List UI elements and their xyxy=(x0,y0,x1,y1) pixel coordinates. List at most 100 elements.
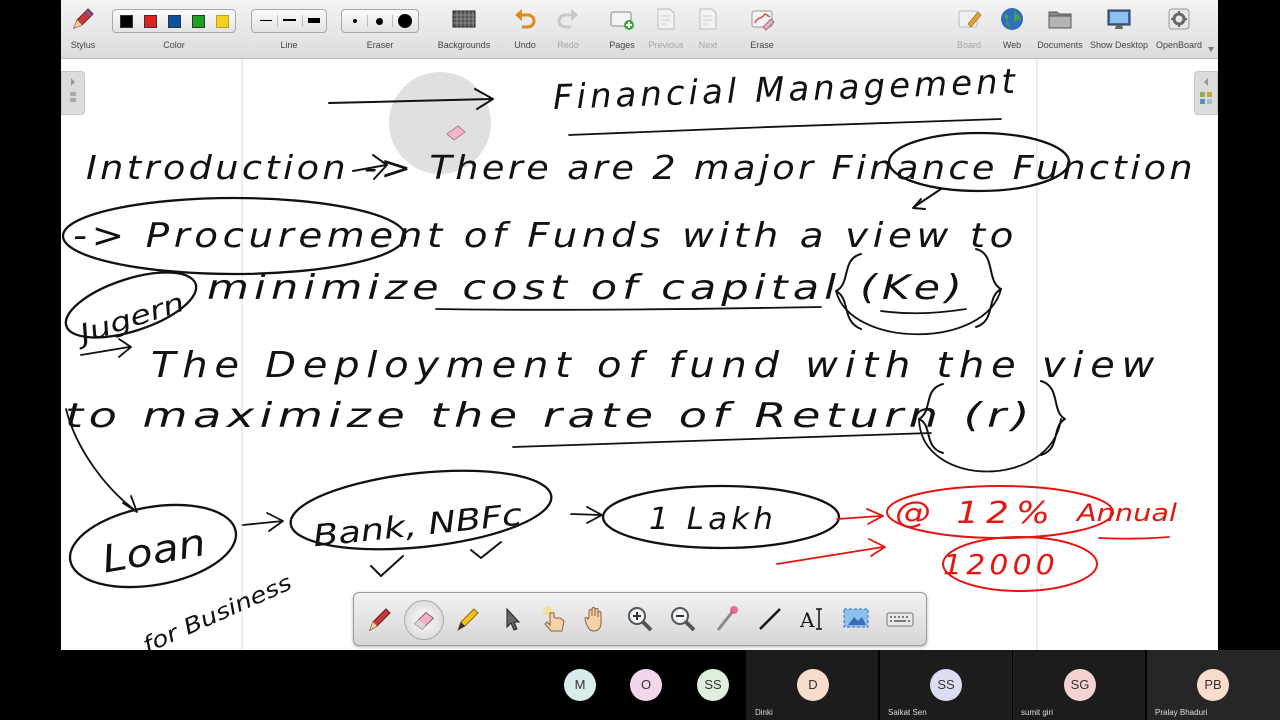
eraser-tool-active[interactable] xyxy=(404,600,444,640)
openboard-label: OpenBoard xyxy=(1155,40,1203,50)
participant-avatar[interactable]: SS xyxy=(930,669,962,701)
text-tool-icon[interactable]: A xyxy=(796,603,828,635)
right-brace xyxy=(1040,380,1066,456)
stylus-button[interactable]: Stylus xyxy=(63,0,103,58)
pages-label: Pages xyxy=(609,40,635,50)
participant-avatar[interactable]: M xyxy=(564,669,596,701)
title-text: Financial Management xyxy=(552,62,1019,118)
line2-text: -> Procurement of Funds with a view to xyxy=(73,216,1018,256)
eraser-large-option[interactable] xyxy=(398,14,412,28)
participant-name: sumit giri xyxy=(1021,708,1054,717)
pen-tool-icon[interactable] xyxy=(364,603,396,635)
eraser-tool-icon xyxy=(413,611,435,630)
annual-text: Annual xyxy=(1075,499,1178,527)
next-page-button[interactable]: Next xyxy=(690,0,726,58)
color-yellow-swatch[interactable] xyxy=(216,15,229,28)
backgrounds-button[interactable]: Backgrounds xyxy=(433,0,495,58)
participant-avatar[interactable]: SS xyxy=(697,669,729,701)
annual-underline xyxy=(1098,536,1170,540)
ke-underline xyxy=(880,308,967,315)
gear-icon xyxy=(1168,8,1190,30)
hand-pointer-tool-icon[interactable] xyxy=(538,603,570,635)
line-separator xyxy=(277,15,278,27)
color-black-swatch[interactable] xyxy=(120,15,133,28)
previous-page-icon xyxy=(657,8,675,30)
color-blue-swatch[interactable] xyxy=(168,15,181,28)
ink-arrow xyxy=(570,506,603,524)
eraser-size-picker xyxy=(341,9,419,33)
board-label: Board xyxy=(956,40,982,50)
zoom-out-tool-icon[interactable] xyxy=(667,603,699,635)
title-underline xyxy=(568,118,1002,136)
color-red-swatch[interactable] xyxy=(144,15,157,28)
ink-arrow xyxy=(242,512,284,532)
lakh-text: 1 Lakh xyxy=(649,502,777,537)
redo-label: Redo xyxy=(557,40,579,50)
highlighter-tool-icon[interactable] xyxy=(452,603,484,635)
line-width-picker xyxy=(251,9,327,33)
previous-page-button[interactable]: Previous xyxy=(644,0,688,58)
ink-arrow xyxy=(912,188,942,210)
for-business-text: for Business xyxy=(139,571,295,650)
line-thick-option[interactable] xyxy=(308,18,320,23)
red-arrow xyxy=(776,538,886,565)
rate-text: @ 12% xyxy=(895,496,1057,531)
dropdown-arrow-icon[interactable] xyxy=(1208,47,1214,52)
previous-label: Previous xyxy=(648,40,684,50)
openboard-window: Stylus Color Line Eraser Backgrounds Und… xyxy=(61,0,1218,650)
line-tool-icon[interactable] xyxy=(754,603,786,635)
eraser-separator xyxy=(367,15,368,27)
color-picker xyxy=(112,9,236,33)
board-button[interactable]: Board xyxy=(951,0,987,58)
line-thin-option[interactable] xyxy=(260,20,272,21)
tool-palette: A xyxy=(353,592,927,646)
undo-label: Undo xyxy=(514,40,536,50)
show-desktop-label: Show Desktop xyxy=(1089,40,1149,50)
documents-label: Documents xyxy=(1037,40,1083,50)
board-pen-icon xyxy=(958,10,982,28)
undo-button[interactable]: Undo xyxy=(507,0,543,58)
participant-avatar[interactable]: O xyxy=(630,669,662,701)
line-separator xyxy=(302,15,303,27)
participant-avatar[interactable]: SG xyxy=(1064,669,1096,701)
participant-name: Dinki xyxy=(755,708,773,717)
eraser-medium-option[interactable] xyxy=(376,18,383,25)
pages-button[interactable]: Pages xyxy=(602,0,642,58)
color-group: Color xyxy=(111,0,237,58)
openboard-menu-button[interactable]: OpenBoard xyxy=(1153,0,1205,58)
red-arrow xyxy=(836,508,884,525)
eraser-label: Eraser xyxy=(366,40,394,50)
color-green-swatch[interactable] xyxy=(192,15,205,28)
next-label: Next xyxy=(698,40,718,50)
line4-text: The Deployment of fund with the view xyxy=(151,345,1161,386)
keyboard-tool-icon[interactable] xyxy=(884,603,916,635)
whiteboard-canvas[interactable]: Financial Management Introduction -> The… xyxy=(61,59,1218,650)
web-button[interactable]: Web xyxy=(995,0,1029,58)
stylus-icon xyxy=(73,8,94,29)
participant-avatar[interactable]: PB xyxy=(1197,669,1229,701)
line5-text: to maximize the rate of Return (r) xyxy=(65,396,1035,436)
eraser-small-option[interactable] xyxy=(353,19,357,23)
laser-pointer-tool-icon[interactable] xyxy=(711,603,743,635)
monitor-icon xyxy=(1107,9,1131,29)
pan-hand-tool-icon[interactable] xyxy=(580,603,612,635)
svg-text:A: A xyxy=(799,608,815,632)
redo-button[interactable]: Redo xyxy=(550,0,586,58)
show-desktop-button[interactable]: Show Desktop xyxy=(1088,0,1150,58)
line3-text: minimize cost of capital (Ke) xyxy=(207,268,967,308)
documents-button[interactable]: Documents xyxy=(1036,0,1084,58)
participant-name: Pralay Bhaduri xyxy=(1155,708,1208,717)
tick-mark xyxy=(470,541,502,559)
line-label: Line xyxy=(280,40,298,50)
erase-button[interactable]: Erase xyxy=(744,0,780,58)
capture-tool-icon[interactable] xyxy=(840,603,872,635)
line-medium-option[interactable] xyxy=(283,19,296,21)
zoom-in-tool-icon[interactable] xyxy=(624,603,656,635)
folder-icon xyxy=(1048,11,1072,29)
eraser-group: Eraser xyxy=(340,0,420,58)
selector-tool-icon[interactable] xyxy=(496,603,528,635)
line1-text: Introduction -> There are 2 major Financ… xyxy=(86,148,1196,187)
handwriting-layer: Financial Management Introduction -> The… xyxy=(61,62,1196,650)
participant-avatar[interactable]: D xyxy=(797,669,829,701)
erase-board-icon xyxy=(751,10,775,31)
